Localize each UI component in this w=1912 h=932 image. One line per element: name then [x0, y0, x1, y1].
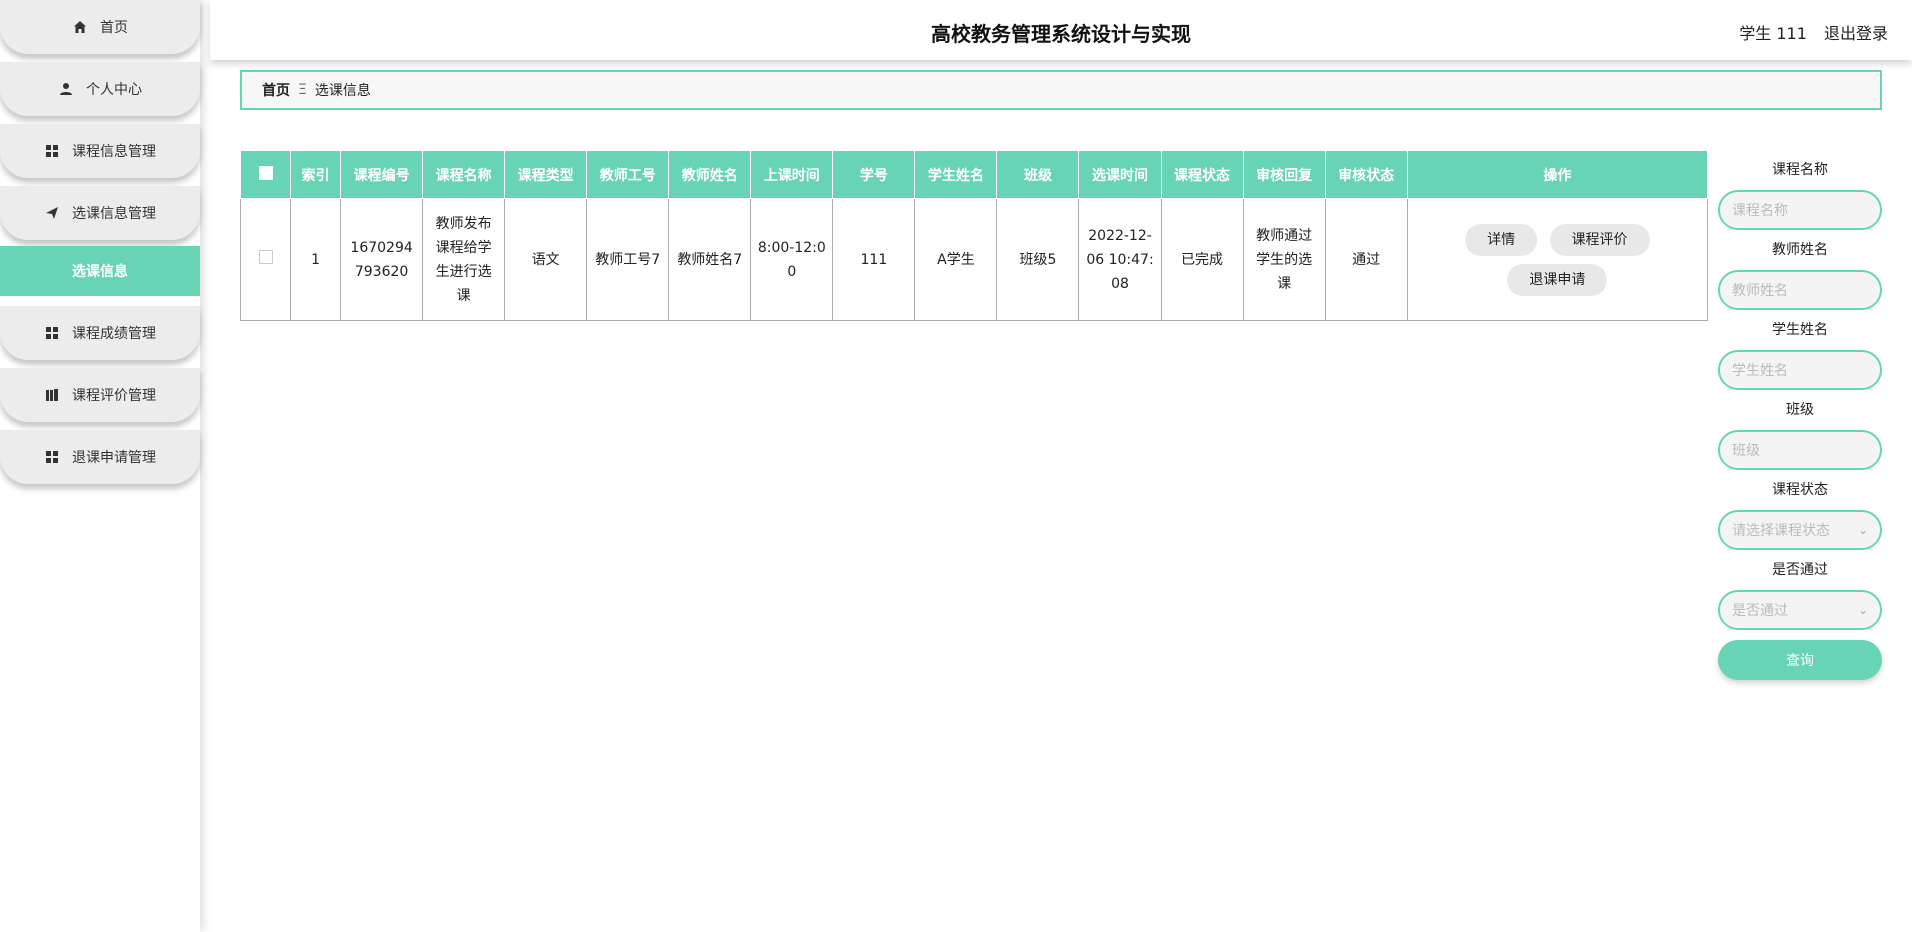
teacher-name-label: 教师姓名	[1772, 242, 1828, 258]
sidebar-item-selection-info-sub[interactable]: 选课信息	[0, 246, 200, 296]
cell-course-no: 1670294793620	[340, 198, 424, 321]
chevron-down-icon: ⌄	[1857, 603, 1868, 617]
person-icon	[58, 81, 74, 97]
course-name-label: 课程名称	[1772, 162, 1828, 178]
column-header: 学生姓名	[914, 150, 998, 199]
evaluate-button[interactable]: 课程评价	[1549, 223, 1650, 256]
cell-class-time: 8:00-12:00	[750, 198, 834, 321]
cell-course-name: 教师发布课程给学生进行选课	[422, 198, 506, 321]
column-header: 上课时间	[750, 150, 834, 199]
table-row: 1 1670294793620 教师发布课程给学生进行选课 语文 教师工号7 教…	[239, 198, 1709, 321]
sidebar-item-label: 退课申请管理	[72, 450, 156, 466]
cell-class: 班级5	[996, 198, 1080, 321]
sidebar-item-label: 课程信息管理	[72, 144, 156, 160]
passed-select[interactable]: 是否通过 ⌄	[1718, 590, 1882, 630]
cell-review-reply: 教师通过学生的选课	[1242, 198, 1326, 321]
passed-label: 是否通过	[1772, 562, 1828, 578]
sidebar-item-grade[interactable]: 课程成绩管理	[0, 306, 200, 360]
student-name-label: 学生姓名	[1772, 322, 1828, 338]
top-header: 高校教务管理系统设计与实现 学生 111 退出登录	[210, 0, 1912, 60]
cell-teacher-name: 教师姓名7	[668, 198, 752, 321]
row-select-cell[interactable]	[239, 198, 292, 321]
course-status-label: 课程状态	[1772, 482, 1828, 498]
cell-review-status: 通过	[1324, 198, 1408, 321]
sidebar-item-personal-center[interactable]: 个人中心	[0, 62, 200, 116]
select-all-checkbox[interactable]	[258, 165, 273, 180]
select-all-header[interactable]	[239, 150, 292, 199]
user-label: 学生 111	[1739, 24, 1807, 43]
breadcrumb-separator: Ξ	[298, 82, 307, 98]
cell-student-no: 111	[832, 198, 916, 321]
breadcrumb: 首页 Ξ 选课信息	[240, 70, 1882, 110]
sidebar-item-label: 选课信息管理	[72, 206, 156, 222]
sidebar-item-label: 课程评价管理	[72, 388, 156, 404]
book-icon	[44, 387, 60, 403]
sidebar-item-evaluation[interactable]: 课程评价管理	[0, 368, 200, 422]
breadcrumb-current: 选课信息	[314, 83, 371, 99]
table-header-row: 索引 课程编号 课程名称 课程类型 教师工号 教师姓名 上课时间 学号 学生姓名…	[239, 150, 1709, 199]
breadcrumb-home[interactable]: 首页	[262, 80, 290, 100]
detail-button[interactable]: 详情	[1465, 223, 1538, 256]
class-input[interactable]	[1718, 430, 1882, 470]
app-title: 高校教务管理系统设计与实现	[931, 22, 1191, 46]
column-header: 选课时间	[1078, 150, 1162, 199]
course-status-placeholder: 请选择课程状态	[1732, 523, 1830, 539]
sidebar-item-selection-info[interactable]: 选课信息管理	[0, 186, 200, 240]
send-icon	[44, 205, 60, 221]
passed-placeholder: 是否通过	[1732, 603, 1788, 619]
cell-course-type: 语文	[504, 198, 588, 321]
cell-student-name: A学生	[914, 198, 998, 321]
course-status-select[interactable]: 请选择课程状态 ⌄	[1718, 510, 1882, 550]
grid-icon	[44, 143, 60, 159]
column-header: 课程编号	[340, 150, 424, 199]
student-name-input[interactable]	[1718, 350, 1882, 390]
column-header: 课程类型	[504, 150, 588, 199]
chevron-down-icon: ⌄	[1857, 523, 1868, 537]
cell-course-status: 已完成	[1160, 198, 1244, 321]
course-name-input[interactable]	[1718, 190, 1882, 230]
sidebar-item-label: 个人中心	[86, 82, 142, 98]
selection-table: 索引 课程编号 课程名称 课程类型 教师工号 教师姓名 上课时间 学号 学生姓名…	[239, 150, 1709, 321]
user-area: 学生 111 退出登录	[1727, 20, 1888, 44]
grid-icon	[44, 449, 60, 465]
cell-index: 1	[290, 198, 342, 321]
sidebar-item-label: 课程成绩管理	[72, 326, 156, 342]
home-icon	[72, 19, 88, 35]
sidebar-item-label: 首页	[100, 20, 128, 36]
column-header: 操作	[1406, 150, 1709, 199]
sidebar-item-withdraw[interactable]: 退课申请管理	[0, 430, 200, 484]
grid-icon	[44, 325, 60, 341]
column-header: 课程名称	[422, 150, 506, 199]
sidebar-item-course-info[interactable]: 课程信息管理	[0, 124, 200, 178]
column-header: 审核回复	[1242, 150, 1326, 199]
sidebar-item-home[interactable]: 首页	[0, 0, 200, 54]
cell-actions: 详情 课程评价 退课申请	[1406, 198, 1709, 321]
column-header: 索引	[290, 150, 342, 199]
column-header: 审核状态	[1324, 150, 1408, 199]
column-header: 教师姓名	[668, 150, 752, 199]
logout-link[interactable]: 退出登录	[1824, 24, 1888, 43]
withdraw-request-button[interactable]: 退课申请	[1507, 263, 1608, 296]
cell-select-time: 2022-12-06 10:47:08	[1078, 198, 1162, 321]
column-header: 教师工号	[586, 150, 670, 199]
class-label: 班级	[1786, 402, 1814, 418]
teacher-name-input[interactable]	[1718, 270, 1882, 310]
cell-teacher-id: 教师工号7	[586, 198, 670, 321]
column-header: 课程状态	[1160, 150, 1244, 199]
filter-panel: 课程名称 教师姓名 学生姓名 班级 课程状态 请选择课程状态 ⌄ 是否通过 是否…	[1718, 150, 1882, 680]
row-checkbox[interactable]	[258, 249, 273, 264]
sidebar-item-label: 选课信息	[72, 264, 128, 280]
search-button[interactable]: 查询	[1718, 640, 1882, 680]
column-header: 班级	[996, 150, 1080, 199]
column-header: 学号	[832, 150, 916, 199]
sidebar: 首页 个人中心 课程信息管理 选课信息管理 选课信息 课程成绩管理 课程评价管理	[0, 0, 200, 932]
